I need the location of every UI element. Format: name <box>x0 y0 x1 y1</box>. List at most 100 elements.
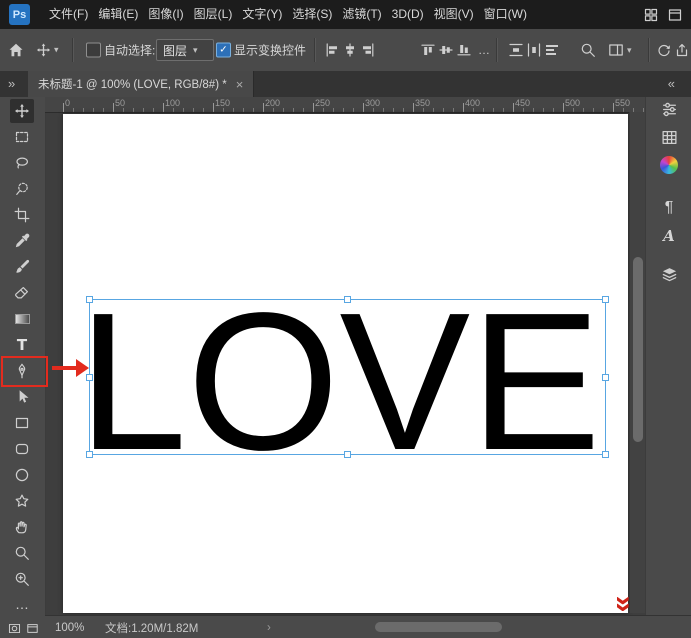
color-wheel-icon <box>660 156 678 174</box>
layers-panel-icon[interactable] <box>656 262 682 286</box>
gradient-tool[interactable] <box>10 307 34 331</box>
zoom-level-field[interactable]: 100% <box>55 622 84 634</box>
align-middle-icon[interactable] <box>438 42 454 58</box>
dropdown-value: 图层 <box>163 43 188 58</box>
home-icon[interactable] <box>8 42 24 58</box>
panel-dock: ¶ A <box>645 97 691 615</box>
screen-mode-icon[interactable] <box>25 621 40 636</box>
auto-select-label: 自动选择: <box>104 43 156 58</box>
align-center-horizontal-icon[interactable] <box>342 42 358 58</box>
menu-view[interactable]: 视图(V) <box>429 0 479 29</box>
annotation-scroll-chevron: » <box>608 595 641 613</box>
ruler-label: 450 <box>515 98 531 108</box>
menu-type[interactable]: 文字(Y) <box>237 0 287 29</box>
distribute-vertical-icon[interactable] <box>508 42 524 58</box>
edit-toolbar-icon[interactable]: … <box>10 592 34 616</box>
transform-handle[interactable] <box>602 373 609 381</box>
zoom-search-icon[interactable] <box>580 42 596 58</box>
lasso-tool[interactable] <box>10 151 34 175</box>
menu-layer[interactable]: 图层(L) <box>189 0 238 29</box>
close-icon[interactable]: × <box>236 78 244 91</box>
ellipsis-icon: … <box>15 596 29 612</box>
character-panel-icon[interactable]: A <box>656 224 682 248</box>
ruler-label: 350 <box>415 98 431 108</box>
menu-file[interactable]: 文件(F) <box>44 0 93 29</box>
gradient-swatch <box>14 314 30 324</box>
vertical-scrollbar[interactable] <box>629 112 646 613</box>
crop-tool[interactable] <box>10 203 34 227</box>
chevron-down-icon: ▾ <box>627 44 632 55</box>
rectangle-tool[interactable] <box>10 411 34 435</box>
ruler-label: 550 <box>615 98 631 108</box>
annotation-arrow <box>52 366 77 370</box>
character-icon: A <box>663 227 675 245</box>
workspace-grid-icon[interactable] <box>643 7 659 23</box>
horizontal-ruler: 0 50 100 150 200 250 300 350 400 450 500… <box>45 97 645 113</box>
zoom-tool-alt[interactable] <box>10 567 34 591</box>
arrange-documents-icon[interactable]: ▾ <box>608 42 632 58</box>
rectangular-marquee-tool[interactable] <box>10 125 34 149</box>
document-tab[interactable]: 未标题-1 @ 100% (LOVE, RGB/8#) * × <box>28 71 255 97</box>
more-align-options-icon[interactable]: … <box>478 43 490 57</box>
separator <box>314 38 316 62</box>
type-tool[interactable]: T <box>10 333 34 357</box>
align-right-icon[interactable] <box>360 42 376 58</box>
ellipse-tool[interactable] <box>10 463 34 487</box>
show-transform-checkbox[interactable]: ✓ <box>216 42 231 58</box>
photoshop-window: Ps 文件(F) 编辑(E) 图像(I) 图层(L) 文字(Y) 选择(S) 滤… <box>0 0 691 638</box>
transform-handle[interactable] <box>86 296 93 303</box>
separator <box>72 38 74 62</box>
zoom-tool[interactable] <box>10 541 34 565</box>
color-panel-icon[interactable] <box>656 153 682 177</box>
eyedropper-tool[interactable] <box>10 229 34 253</box>
adjustments-panel-icon[interactable] <box>656 97 682 121</box>
quick-selection-tool[interactable] <box>10 177 34 201</box>
ruler-label: 150 <box>215 98 231 108</box>
menu-list: 文件(F) 编辑(E) 图像(I) 图层(L) 文字(Y) 选择(S) 滤镜(T… <box>44 0 532 29</box>
menu-select[interactable]: 选择(S) <box>287 0 337 29</box>
eraser-tool[interactable] <box>10 281 34 305</box>
menu-3d[interactable]: 3D(D) <box>387 0 429 29</box>
tab-title: 未标题-1 @ 100% (LOVE, RGB/8#) * <box>38 79 227 91</box>
menu-image[interactable]: 图像(I) <box>143 0 188 29</box>
path-selection-tool[interactable] <box>10 385 34 409</box>
move-tool-preset-icon[interactable]: ▾ <box>36 43 59 58</box>
brush-tool[interactable] <box>10 255 34 279</box>
hand-tool[interactable] <box>10 515 34 539</box>
menu-filter[interactable]: 滤镜(T) <box>337 0 386 29</box>
align-left-icon[interactable] <box>324 42 340 58</box>
move-tool[interactable] <box>10 99 34 123</box>
custom-shape-tool[interactable] <box>10 489 34 513</box>
window-layout-icon[interactable] <box>667 7 683 23</box>
show-transform-label: 显示变换控件 <box>234 43 307 58</box>
share-icon[interactable] <box>674 42 690 58</box>
rotate-view-icon[interactable] <box>656 42 672 58</box>
transform-handle[interactable] <box>86 451 93 458</box>
align-top-icon[interactable] <box>420 42 436 58</box>
auto-select-checkbox[interactable] <box>86 42 101 58</box>
vertical-scrollbar-thumb[interactable] <box>633 257 643 442</box>
transform-handle[interactable] <box>602 296 609 303</box>
align-bottom-icon[interactable] <box>456 42 472 58</box>
transform-handle[interactable] <box>602 451 609 458</box>
status-options-icon[interactable]: › <box>267 622 271 634</box>
paragraph-panel-icon[interactable]: ¶ <box>656 196 682 220</box>
menu-window[interactable]: 窗口(W) <box>479 0 532 29</box>
quick-mask-icon[interactable] <box>7 621 22 636</box>
auto-select-target-dropdown[interactable]: 图层 ▾ <box>156 39 214 61</box>
distribute-spacing-icon[interactable] <box>544 42 560 58</box>
rounded-rectangle-tool[interactable] <box>10 437 34 461</box>
chevron-down-icon: ▾ <box>193 44 198 55</box>
transform-handle[interactable] <box>344 451 351 458</box>
horizontal-scrollbar-thumb[interactable] <box>375 622 502 632</box>
transform-handle[interactable] <box>344 296 351 303</box>
ruler-label: 200 <box>265 98 281 108</box>
menu-edit[interactable]: 编辑(E) <box>93 0 143 29</box>
collapse-toolbar-icon[interactable]: » <box>8 71 15 97</box>
collapse-panels-icon[interactable]: « <box>668 71 675 97</box>
grid-panel-icon[interactable] <box>656 125 682 149</box>
photoshop-logo: Ps <box>9 4 30 25</box>
ruler-label: 100 <box>165 98 181 108</box>
distribute-horizontal-icon[interactable] <box>526 42 542 58</box>
document-info: 文档:1.20M/1.82M <box>105 622 199 635</box>
